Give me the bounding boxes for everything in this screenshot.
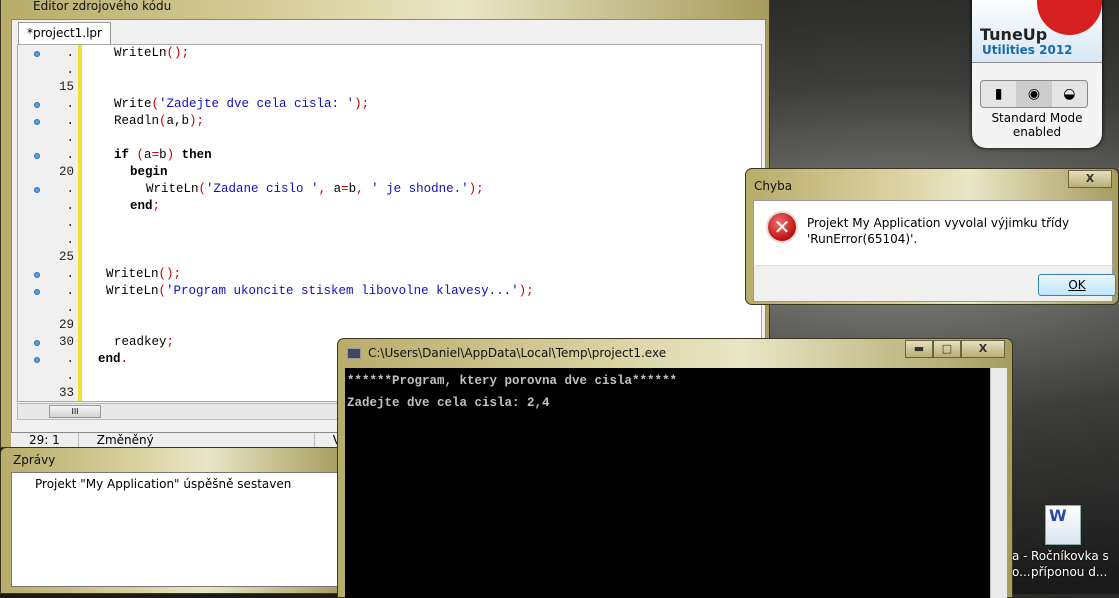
line-number: . [66, 301, 74, 315]
message-item[interactable]: Projekt "My Application" úspěšně sestave… [35, 477, 319, 491]
line-number: 30 [58, 335, 74, 349]
tab-project1[interactable]: *project1.lpr [18, 22, 111, 44]
code-line[interactable]: . end; [18, 198, 758, 215]
messages-title: Zprávy [13, 453, 56, 467]
code-text: Readln(a,b); [114, 114, 205, 128]
code-text: begin [130, 165, 168, 179]
desktop-icon-label: o... [1012, 565, 1031, 579]
line-number: 15 [58, 80, 74, 94]
code-line[interactable]: . [18, 62, 758, 79]
code-line[interactable]: . WriteLn('Zadane cislo ', a=b, ' je shod… [18, 181, 758, 198]
messages-window: Zprávy Projekt "My Application" úspěšně … [0, 447, 345, 594]
tuneup-widget: TuneUp Utilities 2012 ▮ ◉ ◒ Standard Mod… [972, 0, 1102, 148]
code-text: WriteLn(); [106, 267, 182, 281]
code-line[interactable]: . Readln(a,b); [18, 113, 758, 130]
code-line[interactable]: 29 [18, 317, 758, 334]
line-number: . [66, 284, 74, 298]
code-line[interactable]: . Write('Zadejte dve cela cisla: '); [18, 96, 758, 113]
line-number: . [66, 233, 74, 247]
error-message-line: 'RunError(65104)'. [807, 232, 918, 246]
line-number: . [66, 267, 74, 281]
console-icon [347, 348, 361, 359]
desktop-icon-label: a - [1012, 549, 1028, 563]
code-text: WriteLn(); [114, 46, 190, 60]
code-line[interactable]: 20 begin [18, 164, 758, 181]
standard-mode-windows-icon[interactable]: ◉ [1016, 81, 1052, 107]
line-number: . [66, 46, 74, 60]
desktop-icon-label: příponou d... [1031, 565, 1108, 579]
line-number: . [66, 182, 74, 196]
mode-state: enabled [1012, 125, 1062, 139]
error-message-line: Projekt My Application vyvolal výjimku t… [807, 216, 1070, 230]
line-number: 29 [58, 318, 74, 332]
console-line: Zadejte dve cela cisla: 2,4 [347, 396, 550, 410]
editor-title: Editor zdrojového kódu [33, 0, 172, 13]
code-text: WriteLn('Zadane cislo ', a=b, ' je shodn… [146, 182, 484, 196]
dialog-close-button[interactable]: X [1068, 170, 1112, 188]
code-text: if (a=b) then [114, 148, 212, 162]
error-icon: ✕ [766, 211, 798, 243]
line-number: 33 [58, 386, 74, 400]
desktop-icon-rocnikovka[interactable]: Ročníkovka s příponou d... [1031, 548, 1109, 580]
dialog-body: ✕ Projekt My Application vyvolal výjimku… [753, 200, 1113, 266]
minimize-button[interactable]: ▬ [905, 340, 933, 358]
line-number: . [66, 369, 74, 383]
line-number: . [66, 352, 74, 366]
close-button[interactable]: X [961, 340, 1005, 358]
code-line[interactable]: . WriteLn(); [18, 266, 758, 283]
word-document-icon[interactable]: W [1045, 505, 1081, 545]
line-number: . [66, 114, 74, 128]
code-line[interactable]: 15 [18, 79, 758, 96]
line-number: . [66, 148, 74, 162]
console-window: C:\Users\Daniel\AppData\Local\Temp\proje… [337, 338, 1013, 598]
console-scrollbar[interactable] [990, 368, 1007, 598]
error-message: Projekt My Application vyvolal výjimku t… [807, 215, 1069, 247]
code-line[interactable]: . WriteLn('Program ukoncite stiskem libov… [18, 283, 758, 300]
mode-label: Standard Mode [991, 111, 1083, 125]
line-number: . [66, 131, 74, 145]
line-number: 20 [58, 165, 74, 179]
code-text: Write('Zadejte dve cela cisla: '); [114, 97, 370, 111]
error-dialog: Chyba X ✕ Projekt My Application vyvolal… [745, 168, 1119, 305]
line-number: 25 [58, 250, 74, 264]
console-title: C:\Users\Daniel\AppData\Local\Temp\proje… [368, 346, 667, 360]
messages-list[interactable]: Projekt "My Application" úspěšně sestave… [11, 472, 343, 587]
economy-mode-battery-icon[interactable]: ▮ [981, 81, 1016, 107]
code-line[interactable]: . [18, 300, 758, 317]
code-text: readkey; [114, 335, 175, 349]
scroll-thumb[interactable]: III [49, 405, 101, 418]
ok-button[interactable]: OK [1038, 274, 1116, 296]
console-output[interactable]: ******Program, ktery porovna dve cisla**… [345, 368, 990, 598]
code-line[interactable]: . WriteLn(); [18, 45, 758, 62]
tuneup-brand: TuneUp [980, 25, 1048, 44]
line-number: . [66, 199, 74, 213]
maximize-button[interactable]: □ [933, 340, 961, 358]
code-line[interactable]: 25 [18, 249, 758, 266]
dialog-footer: OK [753, 265, 1116, 302]
code-text: WriteLn('Program ukoncite stiskem libovo… [106, 284, 534, 298]
line-number: . [66, 97, 74, 111]
code-text: end. [98, 352, 129, 366]
window-controls: ▬ □ X [905, 340, 1005, 358]
mode-status: Standard Mode enabled [972, 111, 1102, 139]
console-line: ******Program, ktery porovna dve cisla**… [347, 374, 678, 388]
desktop-icon-label: Ročníkovka s [1031, 549, 1109, 563]
line-number: . [66, 216, 74, 230]
tuneup-version: Utilities 2012 [982, 43, 1073, 57]
code-line[interactable]: . [18, 215, 758, 232]
desktop-icon-partial[interactable]: a - o... [1012, 548, 1031, 580]
dialog-title: Chyba [754, 179, 793, 193]
code-line[interactable]: . [18, 130, 758, 147]
code-line[interactable]: . [18, 232, 758, 249]
line-number: . [66, 63, 74, 77]
code-line[interactable]: . if (a=b) then [18, 147, 758, 164]
code-text: end; [130, 199, 161, 213]
turbo-mode-gauge-icon[interactable]: ◒ [1052, 81, 1087, 107]
